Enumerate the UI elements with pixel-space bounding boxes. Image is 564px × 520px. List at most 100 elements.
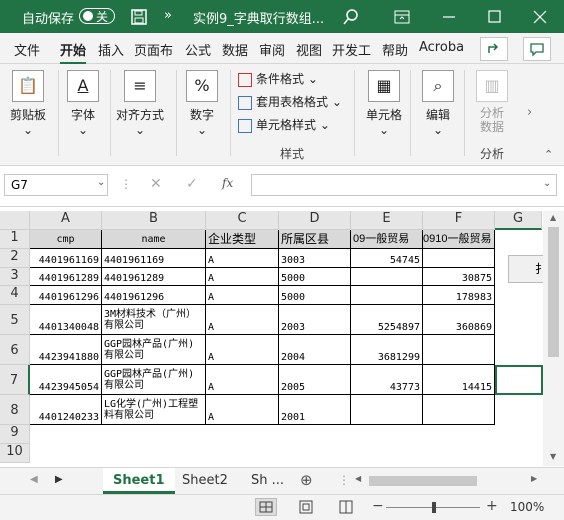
- alignment-button[interactable]: ≡ 对齐方式 ⌄: [114, 70, 166, 137]
- formula-input[interactable]: [251, 174, 557, 196]
- cancel-icon[interactable]: ✕: [150, 176, 162, 192]
- tab-acrobat[interactable]: Acroba: [419, 40, 464, 55]
- tab-page-layout[interactable]: 页面布: [134, 40, 173, 59]
- table-cell[interactable]: A: [206, 249, 279, 268]
- scroll-up-icon[interactable]: ▲: [550, 213, 556, 222]
- tab-view[interactable]: 视图: [296, 40, 322, 59]
- table-cell[interactable]: 4401961169: [102, 249, 206, 268]
- table-cell[interactable]: 4401961296: [30, 286, 102, 305]
- table-cell[interactable]: 4401961289: [102, 268, 206, 286]
- selected-cell[interactable]: [495, 365, 543, 395]
- table-cell[interactable]: 178983: [423, 286, 495, 305]
- close-icon[interactable]: [531, 8, 549, 26]
- table-cell[interactable]: GGP园林产品(广州)有限公司: [102, 335, 206, 365]
- header-cell[interactable]: 09一般贸易: [351, 230, 423, 249]
- select-all-corner[interactable]: [0, 211, 30, 230]
- column-header[interactable]: A: [30, 211, 102, 230]
- drag-handle-icon[interactable]: ⋮: [120, 177, 132, 191]
- add-sheet-icon[interactable]: ⊕: [300, 471, 313, 489]
- name-box[interactable]: G7: [4, 174, 108, 196]
- share-button[interactable]: [480, 37, 508, 61]
- header-cell[interactable]: name: [102, 230, 206, 249]
- sheet-tab-sheet2[interactable]: Sheet2: [172, 468, 238, 494]
- tab-home[interactable]: 开始: [60, 40, 87, 65]
- zoom-out-icon[interactable]: −: [372, 498, 384, 514]
- table-cell[interactable]: 4401240233: [30, 395, 102, 425]
- header-cell[interactable]: 所属区县: [279, 230, 351, 249]
- scroll-right-icon[interactable]: ▶: [531, 474, 537, 483]
- column-header[interactable]: G: [495, 211, 542, 230]
- column-header[interactable]: C: [206, 211, 279, 230]
- table-cell[interactable]: 54745: [351, 249, 423, 268]
- table-cell[interactable]: A: [206, 268, 279, 286]
- sheet-tab-more[interactable]: Sh ...: [241, 468, 294, 494]
- table-cell[interactable]: A: [206, 305, 279, 335]
- row-header[interactable]: 2: [0, 249, 30, 268]
- table-cell[interactable]: 3M材料技术（广州）有限公司: [102, 305, 206, 335]
- table-cell[interactable]: 5254897: [351, 305, 423, 335]
- cell-styles-button[interactable]: 单元格样式 ⌄: [238, 116, 330, 133]
- vertical-scrollbar[interactable]: ▲ ▼: [543, 211, 564, 466]
- table-cell[interactable]: 4401340048: [30, 305, 102, 335]
- conditional-format-button[interactable]: 条件格式 ⌄: [238, 70, 318, 87]
- row-header[interactable]: 5: [0, 305, 30, 335]
- comments-button[interactable]: [523, 37, 551, 61]
- table-cell[interactable]: [351, 395, 423, 425]
- scrollbar-thumb[interactable]: [548, 227, 559, 357]
- expand-formula-icon[interactable]: ⌄: [543, 178, 551, 189]
- scroll-down-icon[interactable]: ▼: [550, 452, 556, 461]
- minimize-icon[interactable]: [440, 8, 458, 26]
- name-box-dropdown-icon[interactable]: ⌄: [97, 177, 105, 188]
- header-cell[interactable]: 0910一般贸易: [423, 230, 495, 249]
- font-button[interactable]: A 字体 ⌄: [64, 70, 102, 137]
- more-commands-icon[interactable]: »: [164, 8, 172, 23]
- table-cell[interactable]: 4401961169: [30, 249, 102, 268]
- page-layout-icon[interactable]: [297, 499, 315, 515]
- tab-formulas[interactable]: 公式: [185, 40, 211, 59]
- tab-splitter-icon[interactable]: ⋮: [338, 473, 350, 487]
- table-cell[interactable]: A: [206, 365, 279, 395]
- table-cell[interactable]: [351, 286, 423, 305]
- table-cell[interactable]: 360869: [423, 305, 495, 335]
- table-cell[interactable]: 4401961289: [30, 268, 102, 286]
- table-cell[interactable]: 2004: [279, 335, 351, 365]
- ribbon-scroll-right-icon[interactable]: ›: [527, 105, 532, 120]
- table-cell[interactable]: 2005: [279, 365, 351, 395]
- insert-function-icon[interactable]: fx: [222, 176, 233, 190]
- row-header[interactable]: 1: [0, 230, 30, 249]
- autosave-toggle[interactable]: 关: [79, 8, 115, 24]
- zoom-slider-handle[interactable]: [432, 502, 436, 513]
- row-header[interactable]: 4: [0, 286, 30, 305]
- table-cell[interactable]: 2001: [279, 395, 351, 425]
- normal-view-button[interactable]: [255, 498, 277, 516]
- row-header[interactable]: 6: [0, 335, 30, 365]
- format-as-table-button[interactable]: 套用表格格式 ⌄: [238, 93, 342, 110]
- table-cell[interactable]: 2003: [279, 305, 351, 335]
- horizontal-scrollbar[interactable]: ◀ ▶: [353, 473, 543, 489]
- h-scrollbar-thumb[interactable]: [369, 476, 477, 486]
- table-cell[interactable]: 4401961296: [102, 286, 206, 305]
- column-header[interactable]: F: [423, 211, 495, 230]
- prev-sheet-icon[interactable]: ◀: [30, 474, 38, 485]
- tab-file[interactable]: 文件: [14, 40, 40, 59]
- scroll-left-icon[interactable]: ◀: [355, 474, 361, 483]
- zoom-level[interactable]: 100%: [510, 500, 544, 514]
- table-cell[interactable]: LG化学(广州)工程塑料有限公司: [102, 395, 206, 425]
- table-cell[interactable]: [423, 335, 495, 365]
- table-cell[interactable]: 4423945054: [30, 365, 102, 395]
- analyze-data-button[interactable]: ▥ 分析数据: [472, 70, 512, 134]
- table-cell[interactable]: 5000: [279, 268, 351, 286]
- column-header[interactable]: D: [279, 211, 351, 230]
- number-button[interactable]: % 数字 ⌄: [182, 70, 222, 137]
- table-cell[interactable]: A: [206, 335, 279, 365]
- sheet-tab-sheet1[interactable]: Sheet1: [103, 468, 175, 494]
- table-cell[interactable]: 43773: [351, 365, 423, 395]
- ribbon-display-icon[interactable]: [393, 8, 411, 26]
- editing-button[interactable]: ⌕ 编辑 ⌄: [418, 70, 458, 137]
- tab-review[interactable]: 审阅: [259, 40, 285, 59]
- row-header[interactable]: 9: [0, 425, 30, 444]
- row-header[interactable]: 10: [0, 444, 30, 463]
- page-break-preview-icon[interactable]: [337, 499, 355, 515]
- tab-data[interactable]: 数据: [222, 40, 248, 59]
- enter-icon[interactable]: ✓: [186, 176, 198, 192]
